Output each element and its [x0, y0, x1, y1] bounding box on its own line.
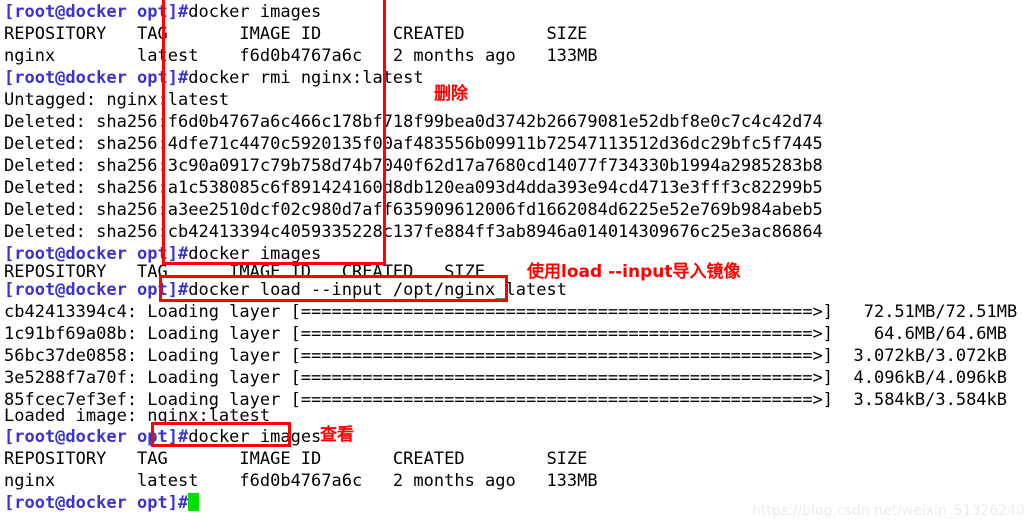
terminal-line-output: 56bc37de0858: Loading layer [===========…	[4, 346, 1008, 366]
terminal-line-output: nginx latest f6d0b4767a6c 2 months ago 1…	[4, 46, 598, 66]
terminal-line-command: [root@docker opt]#docker load --input /o…	[4, 278, 567, 302]
terminal-line-output: 3e5288f7a70f: Loading layer [===========…	[4, 368, 1008, 388]
shell-command: docker images	[188, 2, 322, 22]
shell-prompt: [root@docker opt]#	[4, 280, 189, 300]
shell-command: docker rmi nginx:latest	[188, 68, 424, 88]
terminal-line-command: [root@docker opt]#	[4, 491, 200, 515]
terminal-line-output: Deleted: sha256:f6d0b4767a6c466c178bf718…	[4, 112, 823, 132]
terminal-line-output: REPOSITORY TAG IMAGE ID CREATED SIZE	[4, 449, 588, 469]
shell-command: docker load --input /opt/nginx_latest	[188, 280, 567, 300]
terminal-line-command: [root@docker opt]#docker rmi nginx:lates…	[4, 66, 424, 90]
annotation-view: 查看	[320, 425, 354, 445]
shell-prompt: [root@docker opt]#	[4, 68, 189, 88]
terminal-line-output: Untagged: nginx:latest	[4, 90, 230, 110]
terminal-line-command: [root@docker opt]#docker images	[4, 0, 321, 24]
terminal-window[interactable]: [root@docker opt]#docker images REPOSITO…	[0, 0, 1033, 529]
terminal-line-output: Deleted: sha256:a1c538085c6f891424160d8d…	[4, 178, 823, 198]
annotation-load: 使用load --input导入镜像	[527, 262, 741, 282]
terminal-line-output: nginx latest f6d0b4767a6c 2 months ago 1…	[4, 471, 598, 491]
terminal-line-output: 1c91bf69a08b: Loading layer [===========…	[4, 324, 1008, 344]
terminal-line-output: Deleted: sha256:cb42413394c4059335228c13…	[4, 222, 823, 242]
text-cursor	[188, 493, 200, 511]
terminal-line-output: Deleted: sha256:a3ee2510dcf02c980d7aff63…	[4, 200, 823, 220]
shell-prompt: [root@docker opt]#	[4, 427, 189, 447]
shell-command: docker images	[188, 427, 322, 447]
annotation-delete: 删除	[434, 84, 468, 104]
watermark: https://blog.csdn.net/weixin_51326240	[752, 503, 1026, 519]
shell-prompt: [root@docker opt]#	[4, 2, 189, 22]
shell-prompt: [root@docker opt]#	[4, 493, 189, 513]
terminal-line-command: [root@docker opt]#docker images	[4, 425, 321, 449]
terminal-line-output: cb42413394c4: Loading layer [===========…	[4, 302, 1018, 322]
terminal-line-output: REPOSITORY TAG IMAGE ID CREATED SIZE	[4, 24, 588, 44]
terminal-line-output: Deleted: sha256:3c90a0917c79b758d74b7040…	[4, 156, 823, 176]
terminal-line-output: Deleted: sha256:4dfe71c4470c5920135f00af…	[4, 134, 823, 154]
